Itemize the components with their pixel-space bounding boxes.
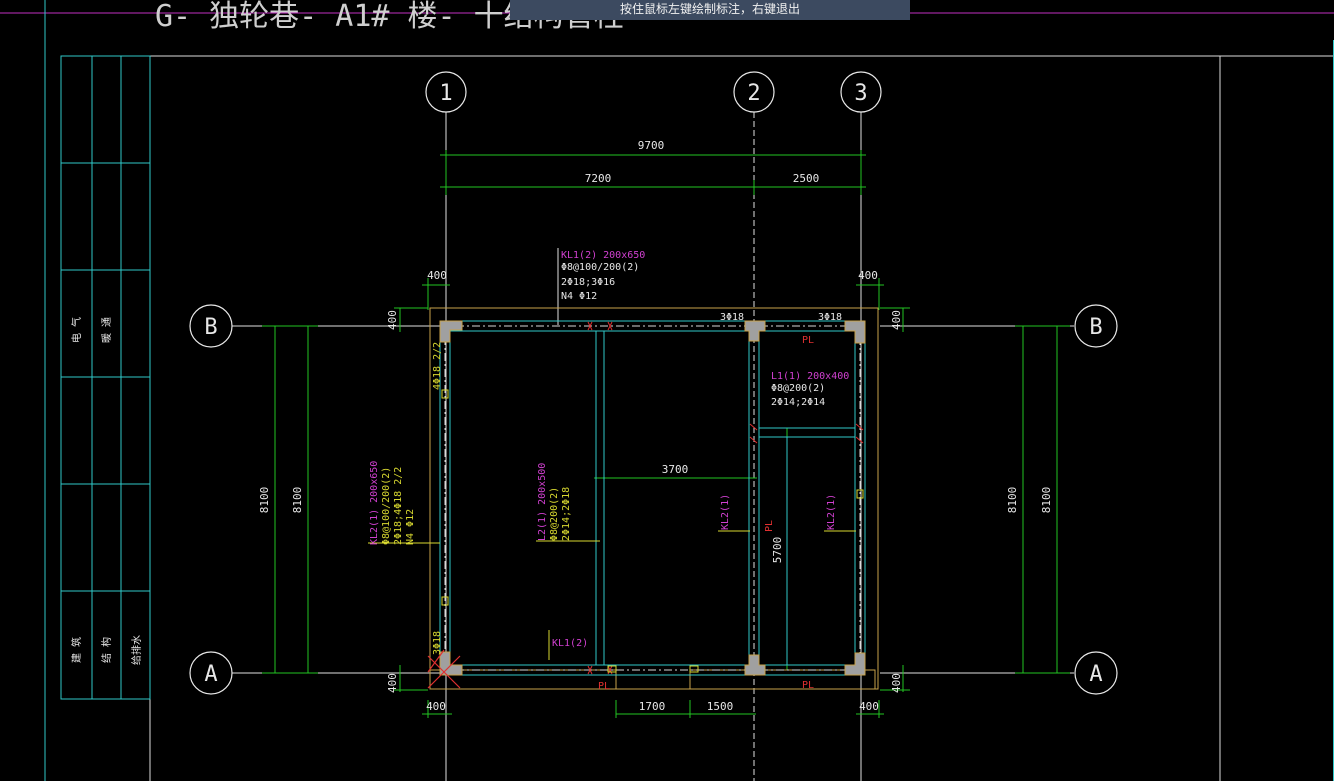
dim-col-offset-bottom-left: 400 <box>426 700 446 713</box>
axis-label-1: 1 <box>439 81 452 106</box>
label-kl1-title: KL1(2) 200x650 <box>561 250 645 261</box>
axis-label-b-right: B <box>1089 315 1102 340</box>
label-l1-stirrup: Φ8@200(2) <box>771 383 825 394</box>
column-3a <box>844 652 866 676</box>
label-kl1-rebar: 2Φ18;3Φ16 <box>561 277 615 288</box>
label-kl1-bottom: KL1(2) <box>552 638 588 649</box>
dim-height-left-outer: 8100 <box>258 487 271 514</box>
label-pl-bottom: PL <box>802 680 814 691</box>
dim-l-span: 5700 <box>771 537 784 564</box>
axis-label-a-right: A <box>1089 662 1102 687</box>
dim-span-2-3: 2500 <box>793 172 820 185</box>
label-kl2-rebar: 2Φ18;4Φ18 2/2 <box>393 467 404 545</box>
slab-outline <box>429 307 879 690</box>
rebar-markers <box>441 389 864 673</box>
dimension-lines <box>262 150 1070 718</box>
label-l1-rebar: 2Φ14;2Φ14 <box>771 397 825 408</box>
dim-row-offset-right-top: 400 <box>890 310 903 330</box>
table-label-architecture: 建 筑 <box>70 637 83 663</box>
axis-label-b-left: B <box>204 315 217 340</box>
dim-bottom-2: 1500 <box>707 700 734 713</box>
axis-label-a-left: A <box>204 662 217 687</box>
dim-col-offset-top-left: 400 <box>427 269 447 282</box>
label-kl1-stirrup: Φ8@100/200(2) <box>561 262 639 273</box>
dim-row-offset-left-top: 400 <box>386 310 399 330</box>
column-2b <box>744 320 766 342</box>
table-label-electric: 电 气 <box>70 317 83 343</box>
label-kl2-right-1: KL2(1) <box>720 494 731 530</box>
label-pl-top: PL <box>802 335 814 346</box>
label-l2-rebar: 2Φ14;2Φ18 <box>561 487 572 541</box>
dim-col-offset-bottom-right: 400 <box>859 700 879 713</box>
axis-label-2: 2 <box>747 81 760 106</box>
label-rebar-top-2: 3Φ18 <box>818 312 842 323</box>
label-kl2-title: KL2(1) 200x650 <box>369 461 380 545</box>
column-3b <box>844 320 866 344</box>
dim-height-right-inner: 8100 <box>1040 487 1053 514</box>
label-pl-mid: PL <box>764 520 775 532</box>
label-rebar-top-1: 3Φ18 <box>720 312 744 323</box>
dim-row-offset-left-bottom: 400 <box>386 673 399 693</box>
label-rebar-left-bottom: 3Φ18 <box>432 631 443 655</box>
label-kl2-stirrup: Φ8@100/200(2) <box>381 467 392 545</box>
dim-bottom-1: 1700 <box>639 700 666 713</box>
dim-height-left-inner: 8100 <box>291 487 304 514</box>
table-label-plumbing: 给排水 <box>130 635 143 665</box>
dim-row-offset-right-bottom: 400 <box>890 673 903 693</box>
command-tip-bar: 按住鼠标左键绘制标注，右键退出 <box>510 0 910 20</box>
dim-span-1-2: 7200 <box>585 172 612 185</box>
label-l2-stirrup: Φ8@200(2) <box>549 487 560 541</box>
label-kl2-right-2: KL2(1) <box>826 494 837 530</box>
table-label-structure: 结 构 <box>100 637 113 663</box>
dim-inner-span: 3700 <box>662 463 689 476</box>
dim-total-width: 9700 <box>638 139 665 152</box>
label-rebar-left-vert: 4Φ18 2/2 <box>432 342 443 390</box>
label-kl2-waist: N4 Φ12 <box>405 509 416 545</box>
label-l1-title: L1(1) 200x400 <box>771 371 849 382</box>
table-label-hvac: 暖 通 <box>100 317 113 343</box>
label-l2-title: L2(1) 200x500 <box>537 463 548 541</box>
cad-drawing-canvas[interactable]: G- 独轮巷- A1# 楼- 十结构管柱 电 气 暖 通 建 筑 结 构 给排水 <box>0 0 1334 781</box>
column-2a <box>744 654 766 676</box>
dim-height-right-outer: 8100 <box>1006 487 1019 514</box>
label-pl-bottom-left: PL <box>598 681 610 692</box>
axis-grid-lines <box>232 112 1074 781</box>
dim-col-offset-top-right: 400 <box>858 269 878 282</box>
side-title-table <box>60 55 151 700</box>
axis-label-3: 3 <box>854 81 867 106</box>
label-kl1-waist: N4 Φ12 <box>561 291 597 302</box>
